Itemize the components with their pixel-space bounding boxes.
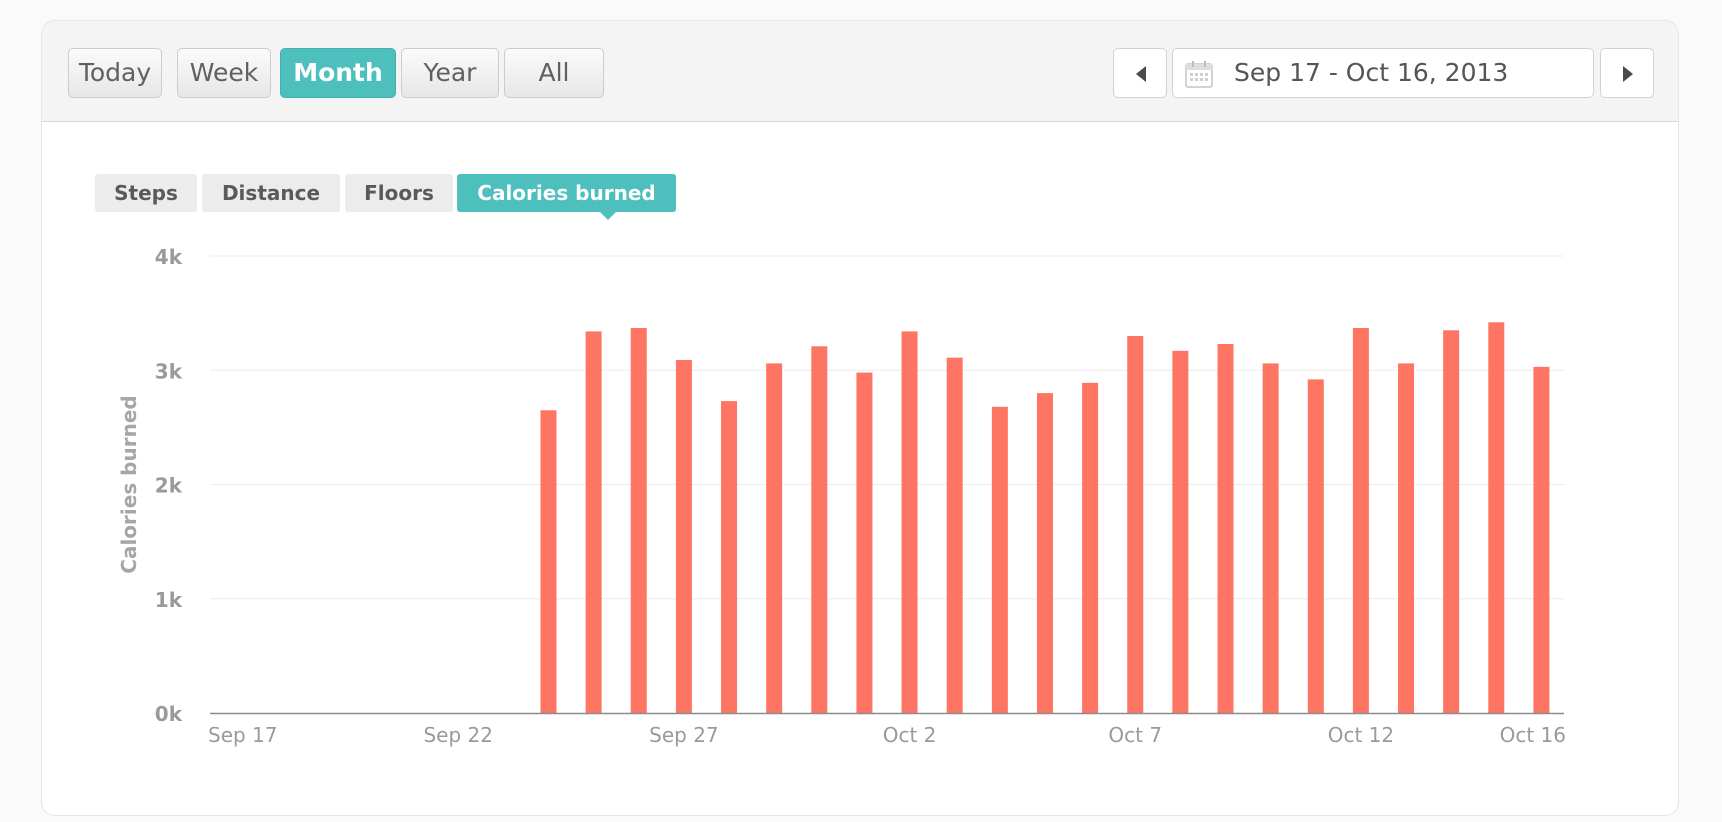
x-tick-label: Oct 12 [1328, 723, 1394, 747]
x-tick-label: Oct 2 [883, 723, 937, 747]
bar [1172, 350, 1189, 713]
x-tick-label: Sep 17 [208, 723, 278, 747]
bar [1127, 335, 1144, 713]
bar [1398, 363, 1415, 713]
bar [630, 327, 647, 713]
y-tick-label: 2k [155, 474, 183, 498]
bar [1217, 343, 1234, 713]
bar [585, 331, 602, 713]
y-tick-label: 4k [155, 245, 183, 269]
bar [1352, 327, 1369, 713]
x-tick-label: Oct 7 [1108, 723, 1162, 747]
y-tick-label: 3k [155, 359, 183, 383]
y-tick-label: 1k [155, 588, 183, 612]
calories-bar-chart: 0k 1k 2k 3k 4k Sep 17 Sep 22 Sep 27 Oct 2 Oct 7 Oc… [117, 245, 1566, 747]
y-axis-title: Calories burned [117, 395, 141, 573]
bar [1082, 382, 1099, 713]
bar [1533, 366, 1550, 713]
bar [721, 401, 738, 713]
bar [1262, 363, 1279, 713]
bar [1488, 322, 1505, 713]
x-tick-label: Oct 16 [1500, 723, 1566, 747]
x-tick-label: Sep 27 [649, 723, 719, 747]
bar [1443, 330, 1460, 713]
bar [856, 372, 873, 713]
x-tick-label: Sep 22 [423, 723, 493, 747]
bar [766, 363, 783, 713]
bar [1036, 393, 1053, 713]
bar [1307, 379, 1324, 713]
y-tick-label: 0k [155, 702, 183, 726]
bar [991, 406, 1008, 713]
bar [675, 359, 692, 713]
bar [540, 410, 557, 713]
bar [946, 357, 963, 713]
chart-panel: Today Week Month Year All Sep 17 - Oct 1… [41, 20, 1679, 816]
bar [811, 346, 828, 713]
bar [901, 331, 918, 713]
